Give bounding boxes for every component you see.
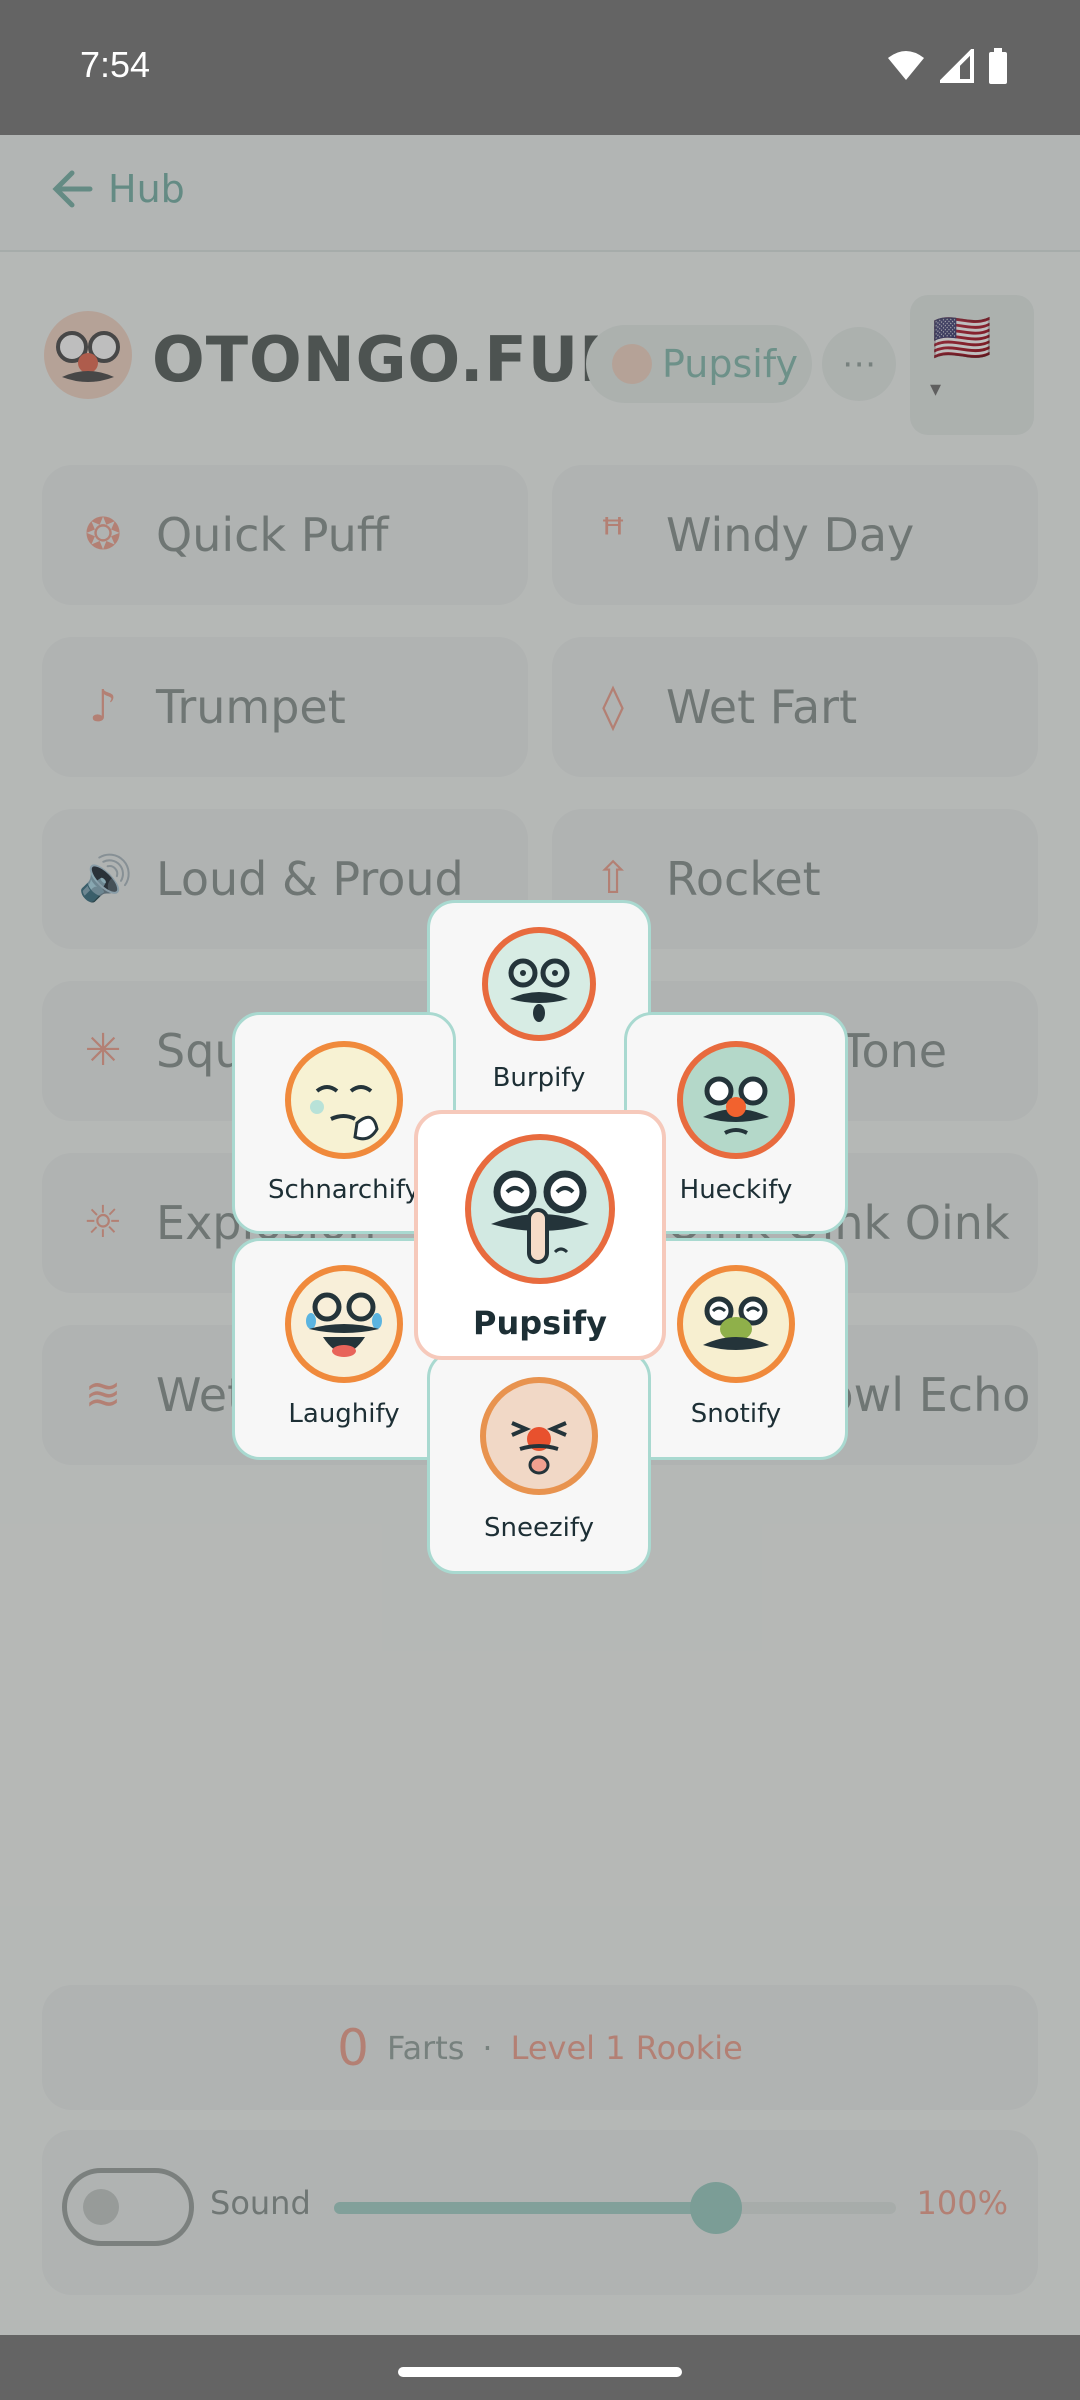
snot-face-icon xyxy=(677,1265,795,1383)
mode-picker: Burpify Schnarchify Hueckify Laughify Sn… xyxy=(0,0,1080,2400)
home-gesture-handle[interactable] xyxy=(398,2367,682,2377)
mode-name: Snotify xyxy=(690,1399,782,1429)
hiccup-face-icon xyxy=(677,1041,795,1159)
pups-face-icon xyxy=(465,1134,615,1284)
laugh-face-icon xyxy=(285,1265,403,1383)
mode-name: Burpify xyxy=(492,1063,586,1093)
mode-name: Sneezify xyxy=(484,1513,594,1543)
snore-face-icon xyxy=(285,1041,403,1159)
mode-tile-pupsify-selected[interactable]: Pupsify xyxy=(414,1110,666,1360)
mode-tile-burpify[interactable]: Burpify xyxy=(427,900,651,1130)
mode-name: Pupsify xyxy=(473,1304,607,1342)
mode-name: Laughify xyxy=(288,1399,400,1429)
mode-tile-sneezify[interactable]: Sneezify xyxy=(427,1350,651,1574)
burp-face-icon xyxy=(482,927,596,1041)
sneeze-face-icon xyxy=(480,1377,598,1495)
